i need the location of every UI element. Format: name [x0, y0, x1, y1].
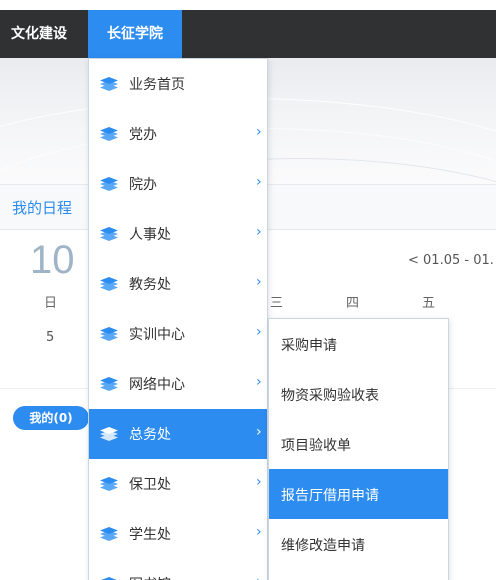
submenu-item[interactable]: 项目验收单: [269, 419, 448, 469]
menu-item-label: 图书馆: [129, 574, 171, 580]
menu-item-label: 保卫处: [129, 477, 171, 493]
chevron-right-icon: ›: [256, 174, 262, 190]
calendar-day-cell[interactable]: 5: [46, 330, 54, 345]
submenu-item-label: 项目验收单: [281, 438, 351, 454]
menu-item[interactable]: 院办 ›: [89, 159, 267, 209]
chevron-right-icon: ›: [256, 574, 262, 580]
chevron-right-icon: ›: [256, 474, 262, 490]
stack-icon: [99, 375, 119, 393]
menu-item-label: 学生处: [129, 527, 171, 543]
submenu-item[interactable]: 采购申请: [269, 319, 448, 369]
menu-item-label: 教务处: [129, 277, 171, 293]
submenu-item-label: 维修改造申请: [281, 538, 365, 554]
menu-item[interactable]: 图书馆 ›: [89, 559, 267, 580]
chevron-right-icon: ›: [256, 124, 262, 140]
stack-icon: [99, 275, 119, 293]
submenu-item[interactable]: 物资采购验收表: [269, 369, 448, 419]
nav-item-changzheng-academy[interactable]: 长征学院: [88, 10, 182, 58]
menu-item[interactable]: 总务处 ›: [89, 409, 267, 459]
top-navigation-bar: 文化建设 长征学院: [0, 10, 496, 58]
my-schedule-tab[interactable]: 我的(0): [13, 406, 89, 430]
weekday-header: 四: [346, 296, 360, 311]
chevron-right-icon: ›: [256, 274, 262, 290]
stack-icon: [99, 575, 119, 580]
weekday-header: 三: [270, 296, 284, 311]
weekday-header: 五: [422, 296, 436, 311]
menu-item-label: 业务首页: [129, 77, 185, 93]
menu-item-label: 党办: [129, 127, 157, 143]
menu-item[interactable]: 网络中心 ›: [89, 359, 267, 409]
chevron-right-icon: ›: [256, 224, 262, 240]
menu-item[interactable]: 业务首页: [89, 59, 267, 109]
menu-item-label: 实训中心: [129, 327, 185, 343]
stack-icon: [99, 175, 119, 193]
menu-item[interactable]: 学生处 ›: [89, 509, 267, 559]
submenu-item-label: 采购申请: [281, 338, 337, 354]
stack-icon: [99, 225, 119, 243]
stack-icon: [99, 425, 119, 443]
menu-item-label: 院办: [129, 177, 157, 193]
top-strip: [0, 0, 496, 10]
stack-icon: [99, 125, 119, 143]
chevron-right-icon: ›: [256, 524, 262, 540]
menu-item[interactable]: 保卫处 ›: [89, 459, 267, 509]
current-weekday: 日: [44, 296, 58, 311]
menu-item[interactable]: 实训中心 ›: [89, 309, 267, 359]
chevron-right-icon: ›: [256, 374, 262, 390]
menu-item[interactable]: 教务处 ›: [89, 259, 267, 309]
stack-icon: [99, 525, 119, 543]
submenu-item[interactable]: 维修改造申请: [269, 519, 448, 569]
menu-item-label: 人事处: [129, 227, 171, 243]
current-day-number: 10: [30, 238, 75, 282]
dropdown-menu: 业务首页党办 › 院办 › 人事处 › 教务处 › 实训中心 › 网络中心 › 总务处 › 保卫处 › 学生处 ›…: [88, 58, 268, 580]
menu-item[interactable]: 人事处 ›: [89, 209, 267, 259]
submenu-item-label: 物资采购验收表: [281, 388, 379, 404]
stack-icon: [99, 325, 119, 343]
chevron-right-icon: ›: [256, 424, 262, 440]
schedule-title: 我的日程: [12, 199, 73, 217]
submenu-item-label: 报告厅借用申请: [281, 488, 379, 504]
menu-item-label: 网络中心: [129, 377, 185, 393]
stack-icon: [99, 75, 119, 93]
menu-item[interactable]: 党办 ›: [89, 109, 267, 159]
stack-icon: [99, 475, 119, 493]
submenu-item[interactable]: 报告厅借用申请: [269, 469, 448, 519]
nav-item-culture[interactable]: 文化建设: [0, 10, 78, 58]
week-range-nav[interactable]: < 01.05 - 01.: [408, 253, 494, 268]
submenu-general-affairs: 采购申请物资采购验收表 项目验收单报告厅借用申请 维修改造申请: [268, 318, 449, 580]
menu-item-label: 总务处: [129, 427, 171, 443]
chevron-right-icon: ›: [256, 324, 262, 340]
